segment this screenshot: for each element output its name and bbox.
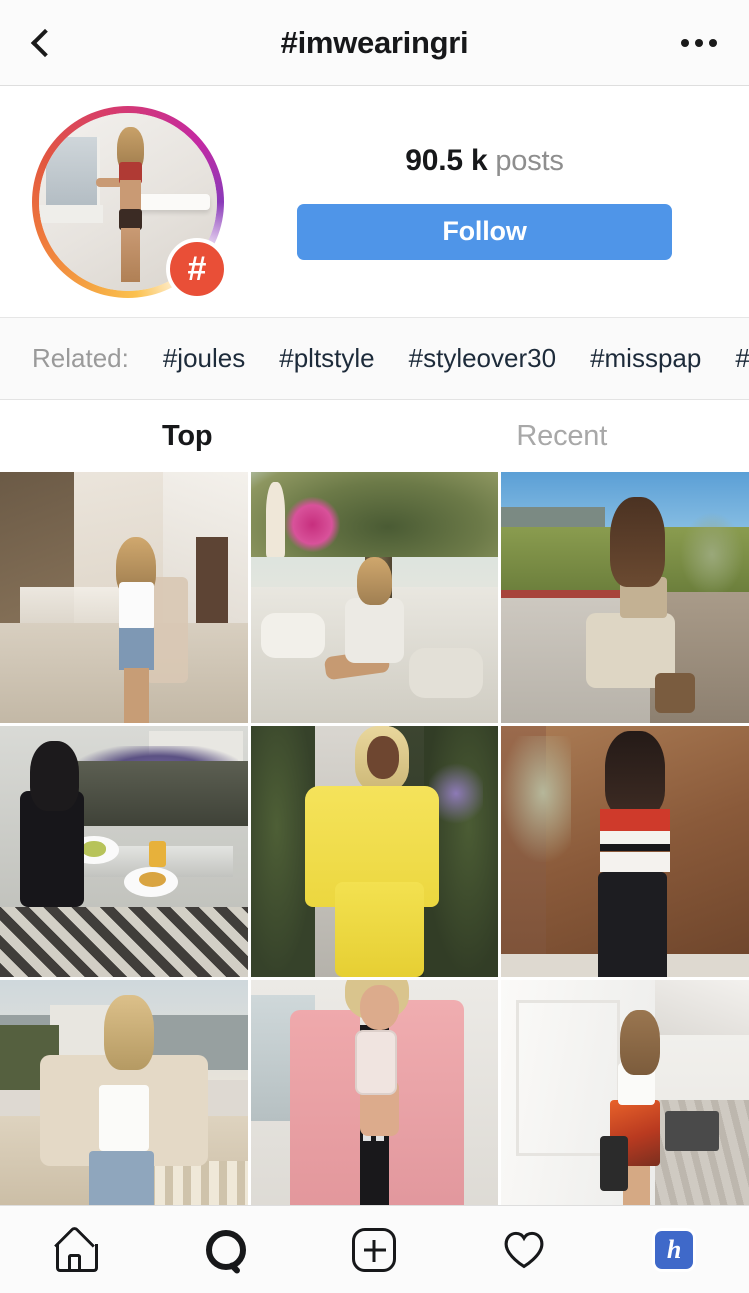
related-tag-truncated[interactable]: #r (735, 343, 749, 374)
photo-grid (0, 472, 749, 1205)
ellipsis-icon-dot (709, 38, 717, 47)
chevron-left-icon (30, 28, 60, 57)
post-count: 90.5 k posts (405, 143, 564, 178)
feed-tabs: Top Recent (0, 400, 749, 472)
hashtag-profile-section: # 90.5 k posts Follow (0, 86, 749, 318)
post-thumbnail (250, 980, 499, 1205)
post-yellow-dress[interactable] (250, 726, 499, 977)
avatar[interactable]: # (32, 105, 228, 300)
related-label: Related: (32, 343, 129, 373)
heart-icon (502, 1229, 546, 1271)
related-tag-misspap[interactable]: #misspap (590, 343, 701, 374)
post-thumbnail (250, 726, 499, 977)
post-restaurant-table[interactable] (0, 726, 248, 977)
instagram-hashtag-screen: #imwearingri # 90.5 k posts Follow Relat… (0, 0, 749, 1293)
post-thumbnail (0, 980, 248, 1205)
page-title: #imwearingri (280, 24, 469, 60)
post-street-alley[interactable] (0, 472, 248, 723)
ellipsis-icon-dot (695, 38, 703, 47)
related-hashtags-row[interactable]: Related: #joules #pltstyle #styleover30 … (0, 318, 749, 400)
related-tag-pltstyle[interactable]: #pltstyle (279, 343, 374, 374)
profile-details: 90.5 k posts Follow (224, 144, 725, 260)
post-striped-top[interactable] (501, 726, 749, 977)
post-hedge-sidewalk[interactable] (501, 472, 749, 723)
add-post-icon (352, 1227, 397, 1272)
post-pink-blazer-selfie[interactable] (250, 980, 499, 1205)
back-button[interactable] (18, 19, 66, 67)
ellipsis-icon-dot (681, 38, 689, 47)
post-colonnade-walkway[interactable] (501, 980, 749, 1205)
nav-home[interactable] (0, 1206, 150, 1293)
bottom-navigation-bar: h (0, 1205, 749, 1293)
related-tag-joules[interactable]: #joules (163, 343, 245, 374)
home-icon (54, 1230, 98, 1272)
tab-recent[interactable]: Recent (375, 420, 749, 453)
post-tree-stones[interactable] (250, 472, 499, 723)
post-count-value: 90.5 k (405, 143, 488, 177)
hashtag-badge-icon: # (166, 237, 228, 300)
post-thumbnail (501, 726, 749, 977)
app-header: #imwearingri (0, 0, 749, 86)
nav-search[interactable] (150, 1206, 300, 1293)
search-icon (204, 1229, 246, 1271)
post-thumbnail (0, 726, 248, 977)
nav-add-post[interactable] (300, 1206, 450, 1293)
profile-avatar-icon: h (655, 1230, 694, 1269)
post-thumbnail (0, 472, 248, 723)
post-thumbnail (501, 472, 749, 723)
related-tag-styleover30[interactable]: #styleover30 (409, 343, 556, 374)
post-count-label: posts (495, 144, 564, 177)
tab-top[interactable]: Top (0, 420, 375, 453)
post-rooftop-kimono[interactable] (0, 980, 248, 1205)
follow-button[interactable]: Follow (297, 203, 672, 260)
post-thumbnail (250, 472, 499, 723)
nav-activity[interactable] (449, 1206, 599, 1293)
more-options-button[interactable] (671, 19, 727, 67)
nav-profile[interactable]: h (599, 1206, 749, 1293)
post-thumbnail (501, 980, 749, 1205)
